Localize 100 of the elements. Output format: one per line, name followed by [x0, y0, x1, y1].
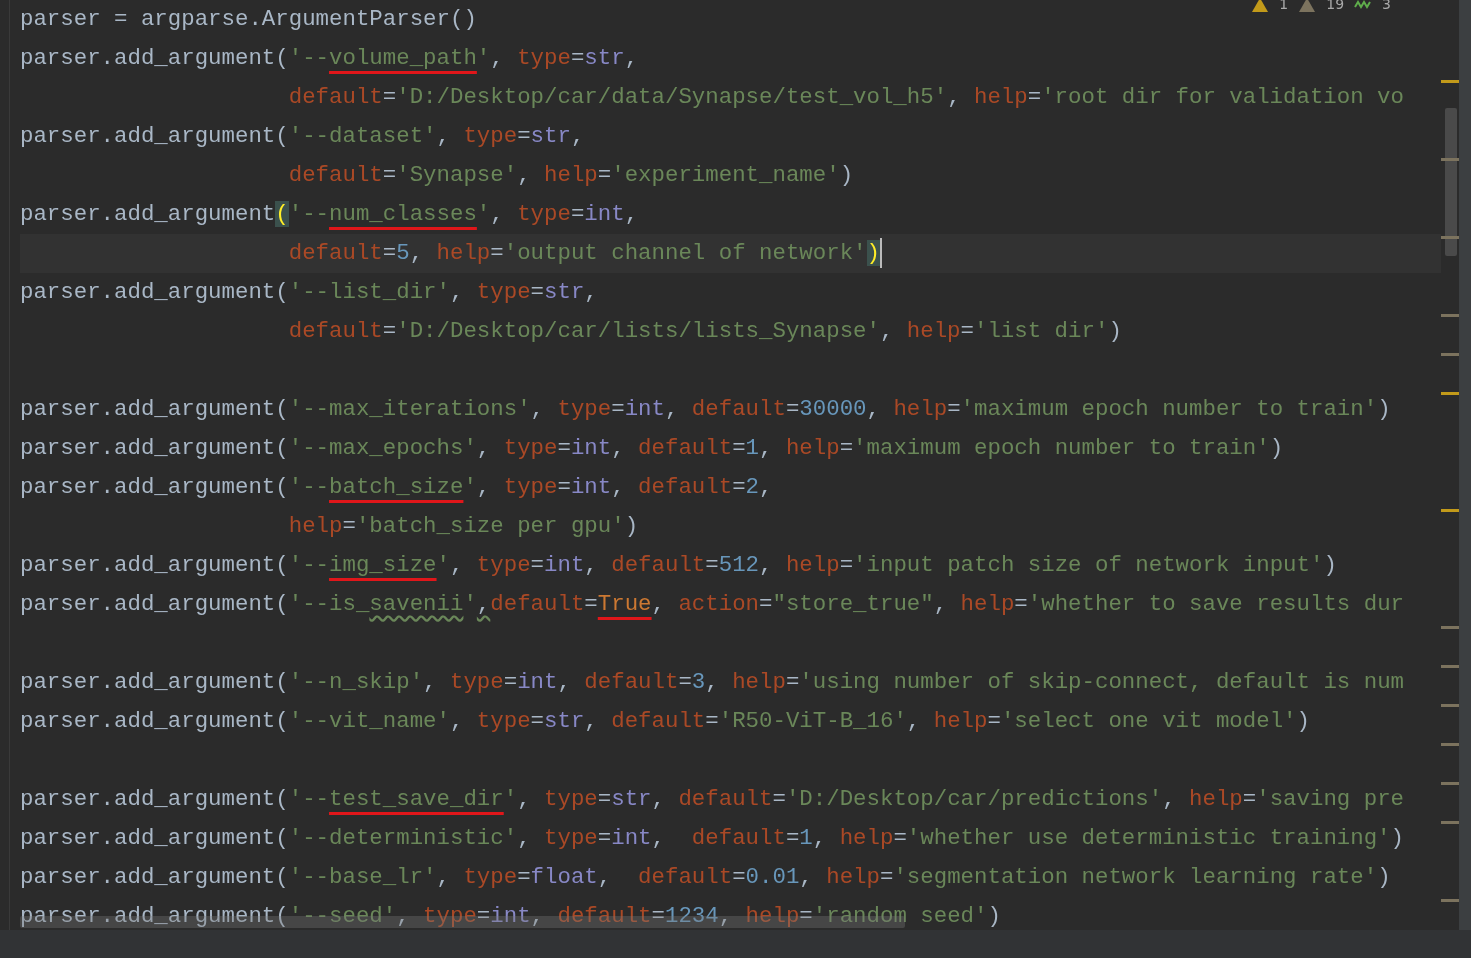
code-token: = — [503, 669, 518, 695]
scroll-marker[interactable] — [1441, 236, 1459, 239]
code-token: , — [718, 903, 734, 929]
code-token: 1 — [799, 825, 813, 851]
code-token: ) — [1390, 825, 1404, 851]
scroll-marker[interactable] — [1441, 821, 1459, 824]
code-token: = — [839, 552, 854, 578]
code-token: default — [490, 591, 585, 617]
code-token: int — [611, 825, 652, 851]
code-token: = — [597, 786, 612, 812]
code-token: help — [839, 825, 894, 851]
code-token: , — [759, 552, 774, 578]
code-token: parser.add_argument — [20, 201, 276, 227]
scroll-marker[interactable] — [1441, 392, 1459, 395]
code-token: = — [893, 825, 907, 851]
code-token: str — [544, 708, 585, 734]
code-token: = — [772, 786, 786, 812]
code-token: 'list dir' — [974, 318, 1109, 344]
scrollbar-thumb[interactable] — [1445, 108, 1457, 256]
code-token: '--n_skip' — [288, 669, 424, 695]
code-token: type — [503, 474, 558, 500]
scroll-marker[interactable] — [1441, 899, 1459, 902]
code-token: help — [826, 864, 880, 890]
code-token: , — [759, 474, 773, 500]
code-token: ) — [1377, 396, 1391, 422]
code-token: type — [517, 201, 571, 227]
code-token: ) — [1296, 708, 1310, 734]
scroll-marker[interactable] — [1441, 353, 1459, 356]
code-token: '-- — [288, 474, 330, 500]
code-token: help — [785, 435, 840, 461]
code-token: ' — [503, 786, 518, 812]
code-token: help — [288, 513, 343, 539]
code-token: , — [517, 825, 532, 851]
code-token: type — [557, 396, 612, 422]
code-token: parser.add_argument( — [20, 552, 289, 578]
code-token: = — [1014, 591, 1028, 617]
code-token: = — [1242, 786, 1257, 812]
code-token: , — [624, 45, 639, 71]
code-token: type — [423, 903, 477, 929]
code-token: type — [476, 279, 531, 305]
code-token: ) — [1269, 435, 1284, 461]
code-token: = — [382, 162, 397, 188]
code-token: default — [288, 162, 383, 188]
code-token: , — [705, 669, 720, 695]
code-token: = — [732, 864, 746, 890]
scroll-marker[interactable] — [1441, 158, 1459, 161]
code-token: = — [947, 396, 961, 422]
code-token: volume_path — [329, 45, 477, 71]
code-token: , — [396, 903, 411, 929]
code-token: = — [530, 552, 545, 578]
scroll-marker[interactable] — [1441, 314, 1459, 317]
code-token: , — [517, 786, 532, 812]
code-token: help — [785, 552, 840, 578]
code-token: 'maximum epoch number to train' — [853, 435, 1270, 461]
weak-warning-icon[interactable] — [1298, 0, 1317, 13]
code-token: type — [463, 864, 518, 890]
code-token: help — [893, 396, 948, 422]
code-token: 'segmentation network learning rate' — [893, 864, 1378, 890]
code-token: 'whether to save results dur — [1027, 591, 1405, 617]
scroll-marker[interactable] — [1441, 80, 1459, 83]
code-token: = — [570, 201, 585, 227]
code-token: default — [611, 708, 706, 734]
scroll-marker[interactable] — [1441, 665, 1459, 668]
code-token: help — [960, 591, 1015, 617]
code-token: parser.add_argument( — [20, 474, 289, 500]
code-token: parser.add_argument( — [20, 279, 289, 305]
code-token: = — [584, 591, 598, 617]
code-token: = — [382, 84, 397, 110]
scroll-marker[interactable] — [1441, 704, 1459, 707]
code-token: '--is_ — [288, 591, 370, 617]
code-token: 'select one vit model' — [1000, 708, 1297, 734]
code-token: ' — [436, 552, 450, 578]
code-token: 1 — [745, 435, 760, 461]
code-token: 'using number of skip-connect, default is num — [799, 669, 1404, 695]
code-token: = — [705, 552, 719, 578]
code-token: help — [745, 903, 800, 929]
code-token: 0.01 — [745, 864, 800, 890]
code-token: parser.add_argument( — [20, 669, 289, 695]
scroll-marker[interactable] — [1441, 626, 1459, 629]
code-token: 'root dir for validation vo — [1041, 84, 1404, 110]
code-token: parser.add_argument( — [20, 786, 289, 812]
code-token: = — [732, 435, 746, 461]
matched-bracket: ( — [275, 201, 289, 227]
code-token: = — [530, 279, 545, 305]
code-token: 'random seed' — [812, 903, 988, 929]
scroll-marker[interactable] — [1441, 509, 1459, 512]
code-token: ) — [1108, 318, 1122, 344]
code-token: = — [651, 903, 665, 929]
code-token: = — [557, 435, 571, 461]
scroll-marker[interactable] — [1441, 782, 1459, 785]
code-token: , — [866, 396, 881, 422]
code-token: 'experiment_name' — [611, 162, 840, 188]
code-token: = — [839, 435, 854, 461]
code-token: help — [1189, 786, 1243, 812]
warning-icon[interactable] — [1251, 0, 1270, 13]
code-token: int — [624, 396, 665, 422]
code-token: = — [987, 708, 1001, 734]
matched-bracket: ) — [866, 240, 880, 266]
code-token: parser.add_argument( — [20, 45, 289, 71]
scroll-marker[interactable] — [1441, 743, 1459, 746]
